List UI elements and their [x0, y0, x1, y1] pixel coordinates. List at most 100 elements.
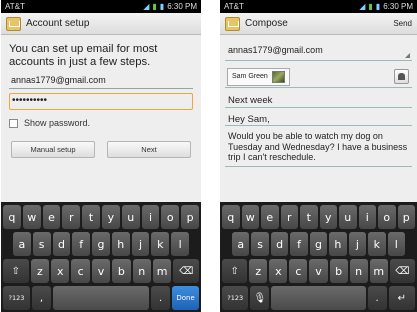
- shift-key[interactable]: ⇧: [222, 259, 248, 283]
- key-e[interactable]: e: [42, 205, 61, 229]
- key-x[interactable]: x: [51, 259, 70, 283]
- symbols-key[interactable]: ?123: [222, 286, 249, 310]
- space-key[interactable]: [53, 286, 149, 310]
- key-n[interactable]: n: [349, 259, 368, 283]
- from-account-select[interactable]: annas1779@gmail.com: [225, 41, 412, 61]
- soft-keyboard: q w e r t y u i o p a s d f g h j k l ⇧ …: [220, 202, 417, 312]
- key-z[interactable]: z: [30, 259, 50, 283]
- key-a[interactable]: a: [13, 232, 31, 256]
- show-password-checkbox[interactable]: [9, 118, 18, 128]
- soft-keyboard: q w e r t y u i o p a s d f g h j k l ⇧ …: [1, 202, 201, 312]
- carrier-label: AT&T: [224, 2, 244, 11]
- key-w[interactable]: w: [22, 205, 41, 229]
- key-c[interactable]: c: [289, 259, 308, 283]
- symbols-key[interactable]: ?123: [3, 286, 30, 310]
- space-key[interactable]: [271, 286, 366, 310]
- key-q[interactable]: q: [3, 205, 21, 229]
- recipient-chip[interactable]: Sam Green: [227, 67, 290, 86]
- email-field[interactable]: annas1779@gmail.com: [9, 73, 193, 89]
- to-field[interactable]: Sam Green: [225, 66, 412, 88]
- key-j[interactable]: j: [131, 232, 150, 256]
- key-y[interactable]: y: [319, 205, 337, 229]
- key-b[interactable]: b: [112, 259, 131, 283]
- setup-intro-text: You can set up email for most accounts i…: [9, 43, 158, 68]
- key-v[interactable]: v: [309, 259, 328, 283]
- key-period[interactable]: .: [367, 286, 387, 310]
- key-e[interactable]: e: [261, 205, 279, 229]
- key-t[interactable]: t: [300, 205, 318, 229]
- key-v[interactable]: v: [91, 259, 111, 283]
- key-g[interactable]: g: [309, 232, 328, 256]
- key-i[interactable]: i: [141, 205, 160, 229]
- key-b[interactable]: b: [329, 259, 348, 283]
- key-k[interactable]: k: [368, 232, 386, 256]
- key-u[interactable]: u: [121, 205, 140, 229]
- manual-setup-button[interactable]: Manual setup: [11, 141, 95, 158]
- title-bar: Account setup: [1, 13, 201, 35]
- next-button[interactable]: Next: [107, 141, 191, 158]
- key-r[interactable]: r: [280, 205, 298, 229]
- key-s[interactable]: s: [32, 232, 51, 256]
- key-m[interactable]: m: [152, 259, 172, 283]
- key-p[interactable]: p: [397, 205, 415, 229]
- recipient-name: Sam Green: [232, 73, 268, 80]
- key-q[interactable]: q: [222, 205, 240, 229]
- password-field[interactable]: ••••••••••: [9, 93, 193, 110]
- status-time: 6:30 PM: [383, 2, 413, 11]
- key-period[interactable]: .: [150, 286, 171, 310]
- key-k[interactable]: k: [151, 232, 170, 256]
- signal-icon: ▮: [152, 2, 157, 11]
- status-time: 6:30 PM: [167, 2, 197, 11]
- send-button[interactable]: Send: [393, 19, 412, 28]
- key-l[interactable]: l: [387, 232, 405, 256]
- key-h[interactable]: h: [111, 232, 130, 256]
- key-p[interactable]: p: [181, 205, 199, 229]
- key-s[interactable]: s: [251, 232, 269, 256]
- key-d[interactable]: d: [52, 232, 71, 256]
- contact-picker-icon[interactable]: [394, 69, 409, 84]
- body-field[interactable]: Would you be able to watch my dog on Tue…: [225, 126, 412, 167]
- key-c[interactable]: c: [71, 259, 90, 283]
- battery-icon: ▮: [159, 2, 165, 11]
- key-d[interactable]: d: [270, 232, 289, 256]
- done-key[interactable]: Done: [172, 286, 200, 310]
- account-setup-screen: AT&T ◢ ▮ ▮ 6:30 PM Account setup You can…: [1, 0, 201, 312]
- key-i[interactable]: i: [358, 205, 376, 229]
- key-comma[interactable]: ,: [31, 286, 52, 310]
- wifi-icon: ◢: [359, 2, 366, 11]
- status-bar: AT&T ◢ ▮ ▮ 6:30 PM: [220, 0, 417, 13]
- delete-key[interactable]: ⌫: [173, 259, 200, 283]
- key-r[interactable]: r: [62, 205, 81, 229]
- key-n[interactable]: n: [132, 259, 151, 283]
- key-g[interactable]: g: [92, 232, 110, 256]
- body-greeting[interactable]: Hey Sam,: [225, 108, 412, 126]
- key-w[interactable]: w: [241, 205, 259, 229]
- key-h[interactable]: h: [329, 232, 347, 256]
- key-l[interactable]: l: [171, 232, 190, 256]
- key-a[interactable]: a: [232, 232, 250, 256]
- page-title: Account setup: [26, 18, 90, 29]
- key-u[interactable]: u: [339, 205, 357, 229]
- key-f[interactable]: f: [72, 232, 91, 256]
- subject-field[interactable]: Next week: [225, 90, 412, 108]
- microphone-icon[interactable]: 🎙: [250, 286, 270, 310]
- key-j[interactable]: j: [348, 232, 367, 256]
- key-x[interactable]: x: [269, 259, 288, 283]
- shift-key[interactable]: ⇧: [3, 259, 29, 283]
- email-app-icon: [6, 16, 21, 31]
- key-f[interactable]: f: [290, 232, 308, 256]
- key-t[interactable]: t: [82, 205, 100, 229]
- wifi-icon: ◢: [143, 2, 150, 11]
- key-y[interactable]: y: [101, 205, 120, 229]
- show-password-row[interactable]: Show password.: [9, 118, 193, 128]
- enter-key[interactable]: ↵: [388, 286, 415, 310]
- key-m[interactable]: m: [369, 259, 388, 283]
- key-o[interactable]: o: [161, 205, 180, 229]
- delete-key[interactable]: ⌫: [389, 259, 415, 283]
- title-bar: Compose Send: [220, 13, 417, 35]
- signal-icon: ▮: [368, 2, 373, 11]
- page-title: Compose: [245, 18, 288, 29]
- key-o[interactable]: o: [378, 205, 396, 229]
- email-app-icon: [225, 16, 240, 31]
- key-z[interactable]: z: [249, 259, 268, 283]
